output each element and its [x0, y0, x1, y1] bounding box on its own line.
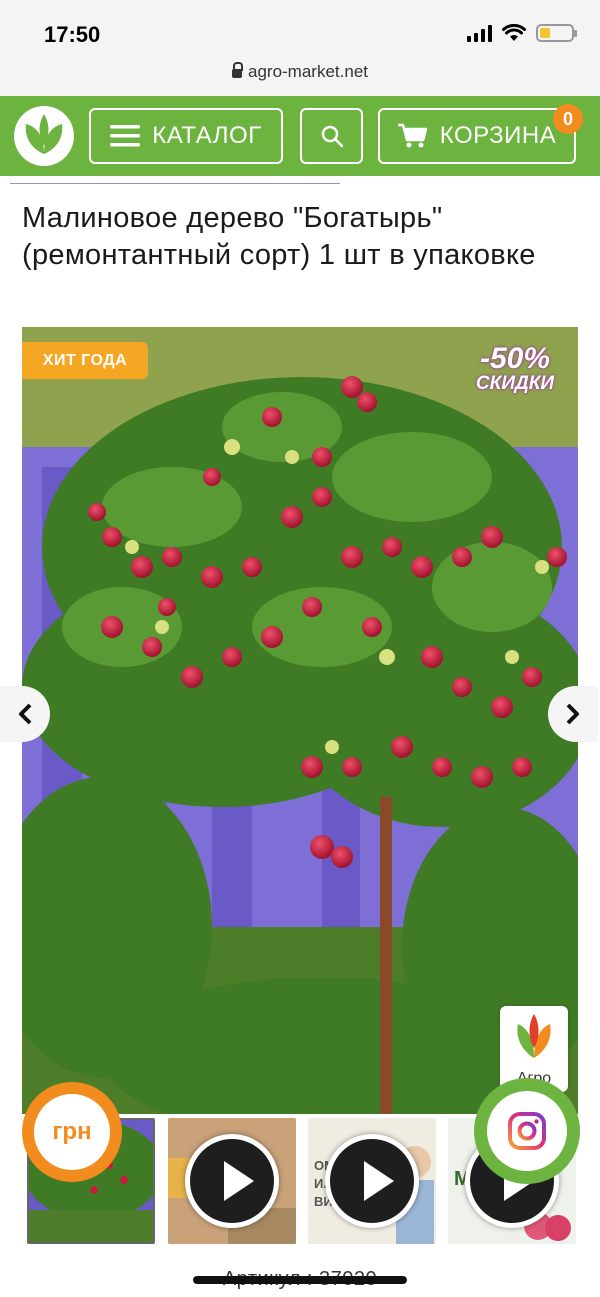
search-icon: [321, 125, 343, 148]
hamburger-icon: [110, 125, 141, 147]
currency-label: грн: [34, 1094, 110, 1170]
chevron-right-icon: [566, 703, 579, 725]
leaf-logo-icon[interactable]: [14, 106, 74, 166]
play-icon[interactable]: [185, 1134, 279, 1228]
discount-percent: -50%: [479, 342, 551, 375]
cart-count-badge: 0: [553, 104, 583, 134]
catalog-button[interactable]: КАТАЛОГ: [89, 108, 283, 164]
instagram-icon: [487, 1091, 567, 1171]
product-title: Малиновое дерево "Богатырь" (ремонтантны…: [22, 202, 536, 271]
search-button[interactable]: [300, 108, 363, 164]
battery-level: [540, 28, 550, 38]
breadcrumb: [10, 176, 340, 184]
instagram-button[interactable]: [474, 1078, 580, 1184]
status-time: 17:50: [44, 22, 101, 47]
cart-icon: [397, 123, 428, 148]
signal-icon: [467, 24, 492, 42]
product-image[interactable]: [22, 327, 578, 1114]
cart-button[interactable]: КОРЗИНА: [378, 108, 576, 164]
status-icons: [467, 24, 577, 42]
video-thumbnail[interactable]: ОМ АРО ИАЕ О ВИ ОНЕ: [308, 1118, 436, 1244]
discount-word: СКИДКИ: [475, 373, 555, 394]
chevron-left-icon: [19, 703, 32, 725]
battery-icon: [536, 24, 577, 42]
status-bar: 17:50: [0, 0, 600, 62]
url-text: agro-market.net: [248, 62, 368, 81]
play-icon[interactable]: [325, 1134, 419, 1228]
agro-leaf-icon: [517, 1014, 551, 1058]
site-header: КАТАЛОГ КОРЗИНА: [0, 96, 600, 176]
catalog-label: КАТАЛОГ: [152, 122, 262, 149]
next-image-button[interactable]: [548, 686, 598, 742]
discount-label: -50% СКИДКИ: [466, 342, 564, 394]
video-thumbnail[interactable]: [168, 1118, 296, 1244]
currency-button[interactable]: грн: [22, 1082, 122, 1182]
home-indicator: [193, 1276, 407, 1284]
url-bar[interactable]: agro-market.net: [0, 62, 600, 96]
hit-badge: ХИТ ГОДА: [22, 342, 148, 379]
cart-label: КОРЗИНА: [439, 122, 557, 149]
wifi-icon: [502, 24, 526, 41]
lock-icon: [232, 62, 243, 78]
